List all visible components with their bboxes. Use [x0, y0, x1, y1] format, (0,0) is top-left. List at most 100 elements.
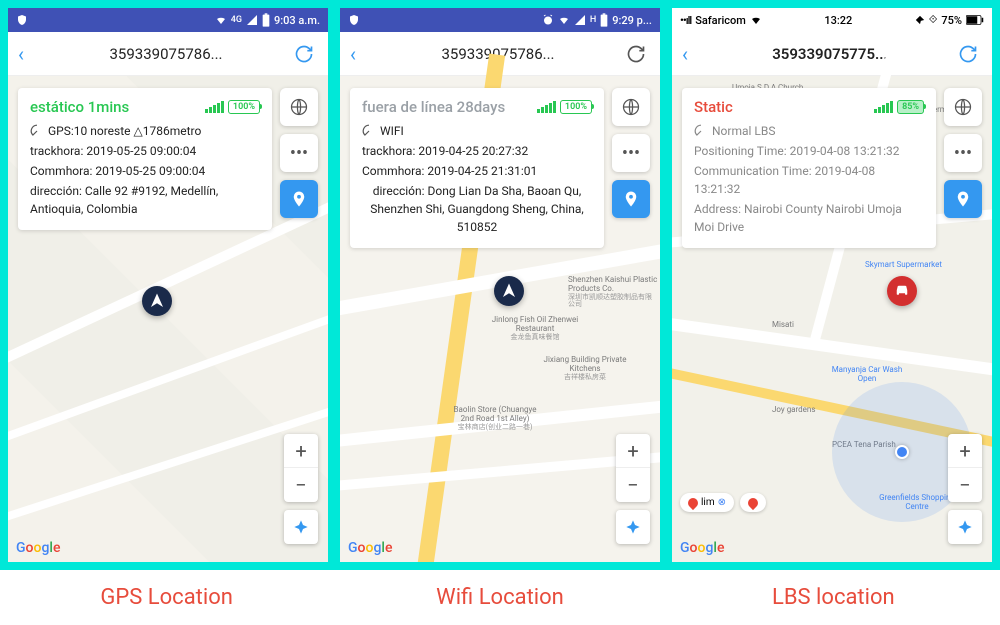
statusbar: H 9:29 p...	[340, 8, 660, 32]
more-button[interactable]: •••	[280, 134, 318, 172]
compass-icon	[625, 519, 641, 535]
locate-button[interactable]	[612, 180, 650, 218]
device-marker[interactable]	[142, 286, 172, 316]
page-title: 359339075786...	[42, 45, 290, 63]
network-label: 4G	[231, 15, 242, 25]
zoom-controls: + −	[948, 434, 982, 502]
caption-lbs: LBS location	[667, 585, 1000, 610]
zoom-in-button[interactable]: +	[284, 434, 318, 468]
dots-icon: •••	[622, 143, 640, 164]
zoom-out-button[interactable]: −	[616, 468, 650, 502]
dots-icon: •••	[954, 143, 972, 164]
positioning-time: Positioning Time: 2019-04-08 13:21:32	[694, 142, 924, 160]
signal-dots-icon: ••ıll	[680, 14, 691, 27]
locate-button[interactable]	[944, 180, 982, 218]
clock: 9:29 p...	[612, 14, 652, 27]
battery-badge: 100%	[228, 100, 260, 114]
battery-percent: 75%	[941, 14, 962, 27]
address: dirección: Dong Lian Da Sha, Baoan Qu, S…	[362, 182, 592, 236]
poi-label: Skymart Supermarket	[865, 261, 942, 270]
communication-time: Communication Time: 2019-04-08 13:21:32	[694, 162, 924, 198]
status-text: Static	[694, 98, 733, 116]
battery-icon	[966, 15, 984, 25]
map-area[interactable]: estático 1mins 100% GPS:10 noreste △1786…	[8, 76, 328, 562]
poi-label: Baolin Store (Chuangye 2nd Road 1st Alle…	[450, 406, 540, 431]
globe-button[interactable]	[944, 88, 982, 126]
refresh-icon	[294, 44, 314, 64]
google-logo: Google	[16, 540, 60, 556]
signal-bars-icon	[205, 101, 224, 113]
locate-button[interactable]	[280, 180, 318, 218]
track-time: trackhora: 2019-05-25 09:00:04	[30, 142, 260, 160]
caption-wifi: Wifi Location	[333, 585, 666, 610]
compass-icon	[293, 519, 309, 535]
status-text: estático 1mins	[30, 98, 129, 116]
screenshots-row: 4G 9:03 a.m. ‹ 359339075786... estático …	[0, 0, 1000, 570]
refresh-icon	[958, 44, 978, 64]
device-marker[interactable]	[494, 276, 524, 306]
google-logo: Google	[348, 540, 392, 556]
address: dirección: Calle 92 #9192, Medellín, Ant…	[30, 182, 260, 218]
clock: 9:03 a.m.	[274, 14, 320, 27]
status-text: fuera de línea 28days	[362, 98, 505, 116]
wifi-icon	[558, 14, 570, 26]
battery-badge: 85%	[897, 100, 924, 114]
compass-button[interactable]	[284, 510, 318, 544]
track-time: trackhora: 2019-04-25 20:27:32	[362, 142, 592, 160]
map-tools: •••	[612, 88, 650, 218]
wifi-icon	[215, 14, 227, 26]
poi-label: Misati	[772, 321, 794, 330]
map-area[interactable]: Bao'an Education Industrial Zone宝安教育工业区 …	[340, 76, 660, 562]
google-logo: Google	[680, 540, 724, 556]
info-card: Static 85% Normal LBS Positioning Time: …	[682, 88, 936, 248]
gauge-icon	[30, 124, 44, 138]
refresh-icon	[626, 44, 646, 64]
map-tools: •••	[944, 88, 982, 218]
pin-icon	[622, 190, 640, 208]
app-header: ‹ 359339075786...	[8, 32, 328, 76]
globe-button[interactable]	[612, 88, 650, 126]
gauge-icon	[362, 124, 376, 138]
refresh-button[interactable]	[954, 40, 982, 68]
info-card: estático 1mins 100% GPS:10 noreste △1786…	[18, 88, 272, 230]
statusbar: ••ıll Safaricom 13:22 ⟐ 75%	[672, 8, 992, 32]
zoom-in-button[interactable]: +	[948, 434, 982, 468]
compass-icon	[957, 519, 973, 535]
refresh-button[interactable]	[290, 40, 318, 68]
refresh-button[interactable]	[622, 40, 650, 68]
globe-icon	[621, 97, 641, 117]
more-button[interactable]: •••	[612, 134, 650, 172]
caption-gps: GPS Location	[0, 585, 333, 610]
zoom-controls: + −	[616, 434, 650, 502]
battery-badge: 100%	[560, 100, 592, 114]
signal-bars-icon	[537, 101, 556, 113]
comm-time: Commhora: 2019-05-25 09:00:04	[30, 162, 260, 180]
back-button[interactable]: ‹	[18, 42, 42, 66]
screen-lbs: ••ıll Safaricom 13:22 ⟐ 75% ‹ 3593390757…	[672, 8, 992, 562]
chip-lim[interactable]: lim ⊗	[680, 493, 734, 512]
back-button[interactable]: ‹	[682, 42, 706, 66]
zoom-out-button[interactable]: −	[284, 468, 318, 502]
zoom-in-button[interactable]: +	[616, 434, 650, 468]
screen-wifi: H 9:29 p... ‹ 359339075786... Bao'an Edu…	[340, 8, 660, 562]
device-marker[interactable]	[887, 276, 917, 306]
compass-button[interactable]	[616, 510, 650, 544]
page-title: 359339075775...	[706, 45, 954, 63]
mode-label: Normal LBS	[712, 122, 775, 140]
map-tools: •••	[280, 88, 318, 218]
chip-extra[interactable]	[740, 493, 766, 512]
more-button[interactable]: •••	[944, 134, 982, 172]
statusbar: 4G 9:03 a.m.	[8, 8, 328, 32]
wifi-icon	[750, 14, 762, 26]
compass-button[interactable]	[948, 510, 982, 544]
back-button[interactable]: ‹	[350, 42, 374, 66]
zoom-out-button[interactable]: −	[948, 468, 982, 502]
pin-icon	[290, 190, 308, 208]
globe-button[interactable]	[280, 88, 318, 126]
poi-label: Joy gardens	[772, 406, 815, 415]
pin-icon	[954, 190, 972, 208]
map-area[interactable]: Umoja S.D.A Church Grand Supermaket Skym…	[672, 76, 992, 562]
shield-icon	[348, 14, 360, 26]
mode-label: WIFI	[380, 122, 404, 140]
clock: 13:22	[824, 14, 852, 27]
